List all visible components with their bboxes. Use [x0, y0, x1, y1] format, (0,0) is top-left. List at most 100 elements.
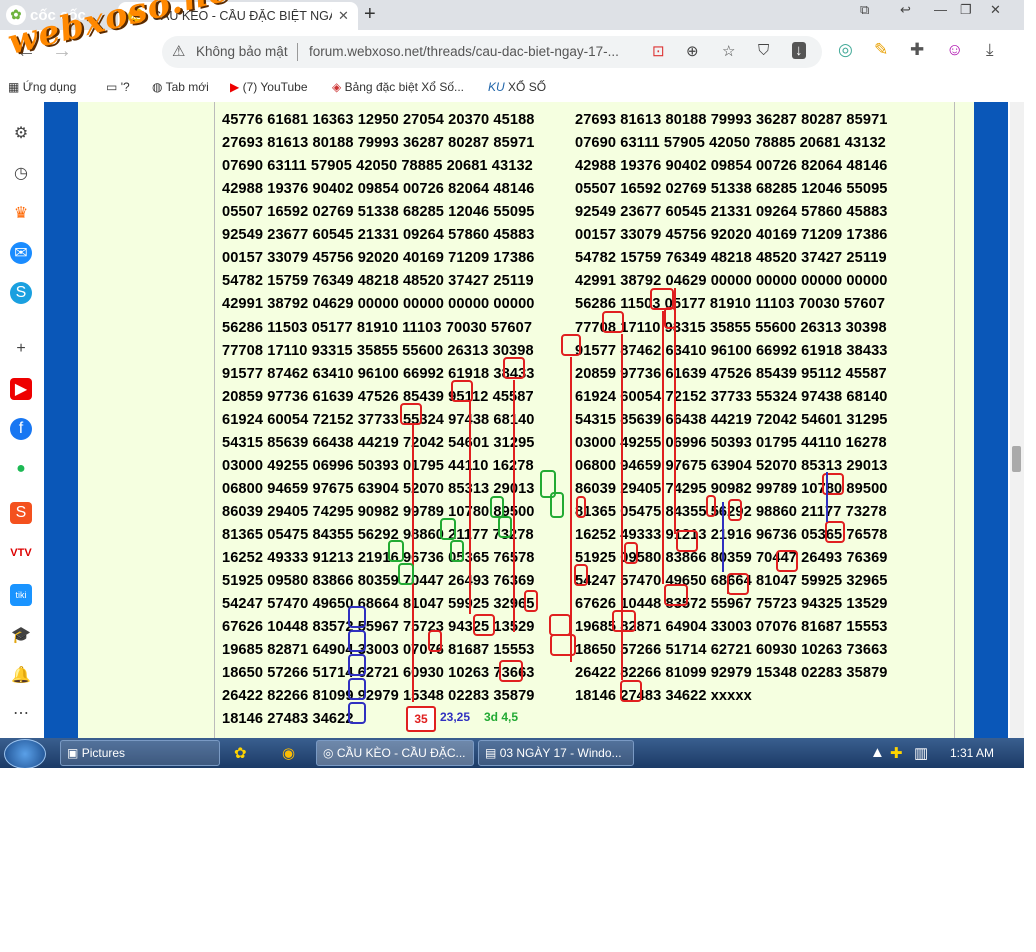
address-bar[interactable]: ⚠ Không bảo mật forum.webxoso.net/thread… — [162, 36, 822, 68]
bookmark-youtube[interactable]: ▶ (7) YouTube — [230, 80, 308, 94]
crown-icon[interactable]: ♛ — [10, 202, 32, 224]
red-highlight-box — [727, 573, 749, 595]
settings-icon[interactable]: ⚙ — [10, 122, 32, 144]
tray-network-icon[interactable]: ▥ — [914, 744, 928, 762]
youtube-side-icon[interactable]: ▶ — [10, 378, 32, 400]
messenger-icon[interactable]: ✉ — [10, 242, 32, 264]
red-highlight-box — [620, 680, 642, 702]
number-row-left: 45776 61681 16363 12950 27054 20370 4518… — [222, 112, 535, 129]
number-row-right: 56286 11503 05177 81910 11103 70030 5760… — [575, 296, 886, 313]
profile-icon[interactable]: ☺ — [946, 40, 963, 60]
extensions-icon[interactable]: ✚ — [910, 40, 924, 60]
vtv-icon[interactable]: VTV — [10, 542, 32, 564]
number-row-left: 61924 60054 72152 37733 55324 97438 6814… — [222, 411, 535, 428]
bookmark-xoso[interactable]: KU XỔ SỐ — [488, 80, 546, 94]
red-highlight-box — [664, 584, 688, 606]
bookmark-xoso-table[interactable]: ◈ Bảng đặc biệt Xổ Số... — [332, 80, 464, 94]
minimize-icon[interactable]: — — [934, 2, 947, 17]
url-separator — [297, 43, 298, 61]
red-highlight-box — [776, 550, 798, 572]
taskbar-coccoc-icon[interactable]: ✿ — [234, 744, 247, 762]
red-connector-line — [621, 334, 623, 680]
tiki-icon[interactable]: tiki — [10, 584, 32, 606]
spotify-icon[interactable]: ● — [10, 458, 32, 480]
address-row: ← → ⚠ Không bảo mật forum.webxoso.net/th… — [0, 30, 1024, 74]
red-highlight-box — [561, 334, 581, 356]
green-highlight-box — [388, 540, 404, 562]
page-content: 45776 61681 16363 12950 27054 20370 4518… — [44, 102, 1010, 738]
shield-icon[interactable]: ⛉ — [758, 42, 769, 59]
bell-icon[interactable]: 🔔 — [10, 664, 32, 686]
number-row-left: 42991 38792 04629 00000 00000 00000 0000… — [222, 296, 535, 313]
explorer-window-icon: ▤ — [485, 746, 497, 760]
screenshot-icon[interactable]: ⧉ — [860, 2, 869, 18]
note-blue: 23,25 — [440, 710, 471, 724]
globe-icon: ◍ — [152, 80, 163, 94]
history-icon[interactable]: ◷ — [10, 162, 32, 184]
number-row-left: 27693 81613 80188 79993 36287 80287 8597… — [222, 135, 535, 152]
coccoc-ext-icon[interactable]: ◎ — [838, 40, 853, 60]
tray-arrow-icon[interactable]: ▲ — [870, 744, 885, 761]
block-icon[interactable]: ⊡ — [652, 42, 665, 60]
red-highlight-box — [574, 564, 588, 586]
post-divider-right — [954, 102, 955, 738]
skype-icon[interactable]: S — [10, 282, 32, 304]
screen: ✿ cốc cốc XS CẦU KÈO - CẦU ĐẶC BIỆT NGÀY… — [0, 0, 1024, 768]
downloads-icon[interactable]: ⤓ — [986, 40, 994, 60]
close-window-icon[interactable]: ✕ — [990, 2, 1001, 18]
red-highlight-box — [499, 660, 523, 682]
green-highlight-box — [450, 540, 464, 562]
blue-highlight-box — [348, 702, 366, 724]
number-row-left: 42988 19376 90402 09854 00726 82064 4814… — [222, 181, 535, 198]
red-connector-line — [662, 311, 664, 584]
taskbar-chrome-icon[interactable]: ◉ — [282, 744, 295, 762]
number-row-left: 16252 49333 91213 21916 96736 05365 7657… — [222, 550, 535, 566]
bookmark-new-tab[interactable]: ◍ Tab mới — [152, 80, 209, 94]
pencil-icon[interactable]: ✎ — [874, 40, 888, 60]
red-highlight-box — [503, 357, 525, 379]
url-text[interactable]: forum.webxoso.net/threads/cau-dac-biet-n… — [309, 44, 619, 59]
add-icon[interactable]: + — [10, 338, 32, 360]
facebook-icon[interactable]: f — [10, 418, 32, 440]
number-row-right: 07690 63111 57905 42050 78885 20681 4313… — [575, 135, 886, 152]
back-arrow-small-icon[interactable]: ↩ — [900, 2, 911, 18]
note-green: 3d 4,5 — [484, 710, 519, 724]
bookmark-folder[interactable]: ▭ '? — [106, 80, 130, 94]
vertical-scrollbar[interactable] — [1010, 102, 1024, 738]
shopee-icon[interactable]: S — [10, 502, 32, 524]
close-tab-icon[interactable]: ✕ — [338, 8, 349, 24]
red-highlight-box — [706, 495, 716, 517]
number-row-left: 26422 82266 81099 92979 15348 02283 3587… — [222, 688, 535, 705]
tray-app-icon[interactable]: ✚ — [890, 744, 903, 762]
red-highlight-box — [612, 610, 636, 632]
folder-icon: ▭ — [106, 80, 118, 94]
red-highlight-box — [524, 590, 538, 612]
red-connector-line — [570, 357, 572, 662]
restore-icon[interactable]: ❐ — [960, 2, 972, 18]
new-tab-icon[interactable]: + — [364, 3, 376, 26]
taskbar-browser-window[interactable]: ◎ CẦU KÈO - CẦU ĐẶC... — [316, 740, 474, 766]
number-row-left: 51925 09580 83866 80359 70447 26493 7636… — [222, 573, 535, 590]
taskbar-explorer-window[interactable]: ▤ 03 NGÀY 17 - Windo... — [478, 740, 634, 766]
number-row-left: 56286 11503 05177 81910 11103 70030 5760… — [222, 319, 533, 336]
red-highlight-box — [428, 630, 442, 652]
note-red: 35 — [406, 706, 436, 732]
red-highlight-box — [624, 542, 638, 564]
zoom-icon[interactable]: ⊕ — [686, 42, 699, 60]
more-icon[interactable]: ⋯ — [10, 702, 32, 724]
blue-connector-line — [722, 502, 724, 572]
bookmark-apps[interactable]: ▦ Ứng dụng — [8, 80, 76, 94]
education-icon[interactable]: 🎓 — [10, 624, 32, 646]
apps-icon: ▦ — [8, 80, 20, 94]
red-highlight-box — [473, 614, 495, 636]
red-connector-line — [674, 288, 676, 534]
blue-highlight-box — [348, 678, 366, 700]
red-connector-line — [513, 380, 515, 632]
download-box-icon[interactable]: ↓ — [792, 42, 806, 59]
taskbar-pictures[interactable]: ▣ Pictures — [60, 740, 220, 766]
red-connector-line — [469, 400, 471, 614]
star-icon[interactable]: ☆ — [722, 42, 735, 60]
number-row-left: 07690 63111 57905 42050 78885 20681 4313… — [222, 158, 533, 175]
start-button[interactable] — [4, 739, 46, 768]
scrollbar-thumb[interactable] — [1012, 446, 1021, 472]
